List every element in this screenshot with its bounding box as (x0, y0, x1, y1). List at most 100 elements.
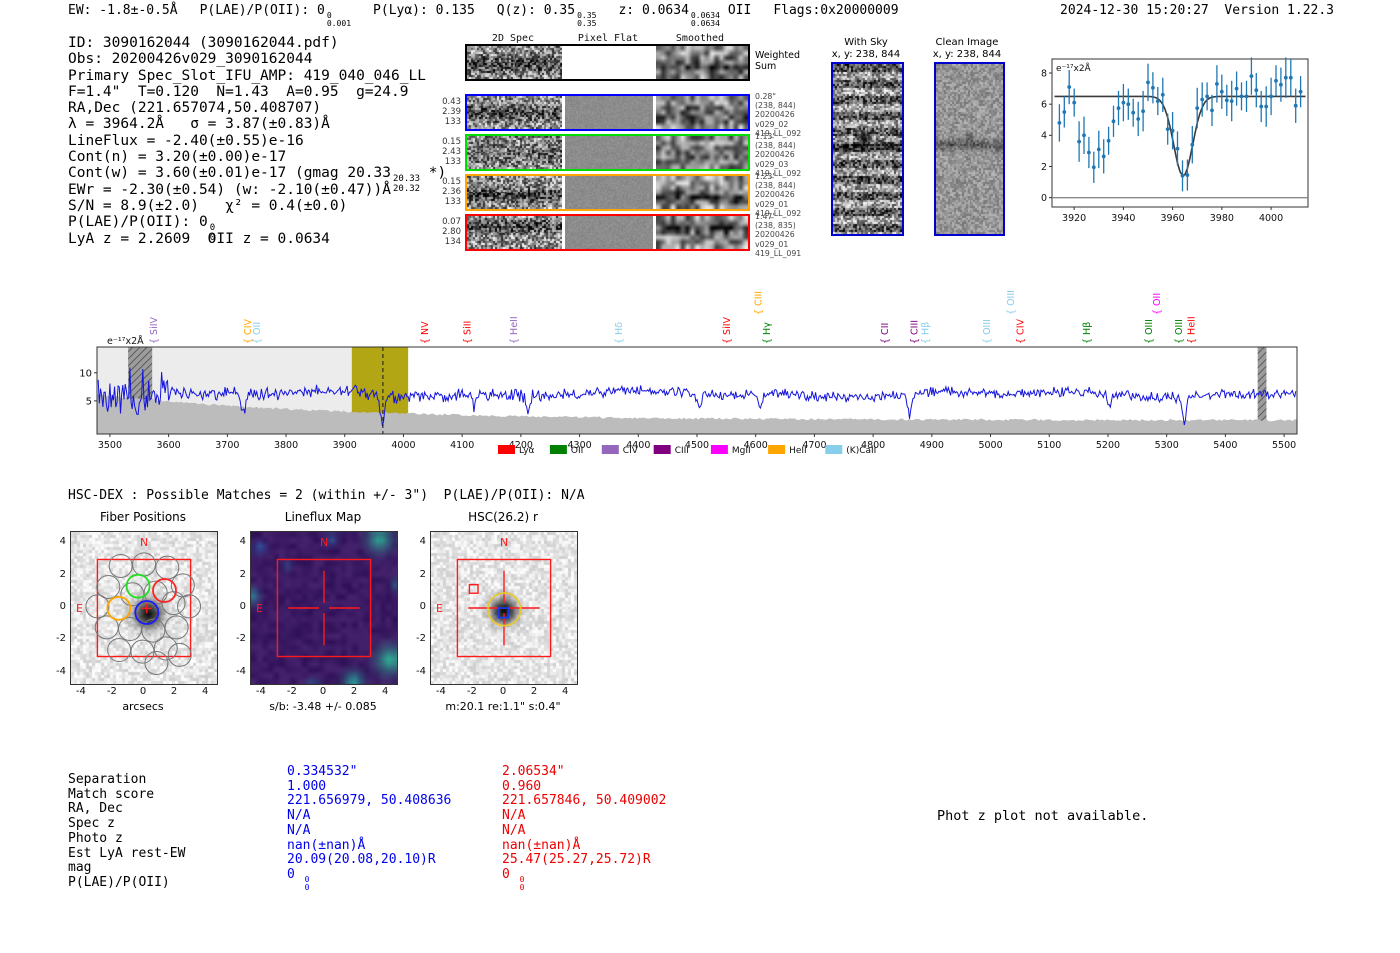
version: Version 1.22.3 (1224, 3, 1334, 18)
stacked-value: 0.0634 0.0634 (690, 10, 720, 29)
panel-xlabel: s/b: -3.48 +/- 0.085 (269, 700, 377, 713)
match-column-1: 0.334532" 1.000 221.656979, 50.408636 N/A N/… (287, 764, 451, 893)
match-value: N/A (502, 822, 526, 838)
fiber-row-left-stats: 0.15 2.36 133 (442, 177, 461, 207)
svg-text:5100: 5100 (1037, 440, 1061, 451)
svg-text:5000: 5000 (978, 440, 1002, 451)
y-tick-label: 2 (419, 568, 426, 580)
y-tick-label: 0 (419, 601, 426, 612)
svg-text:4000: 4000 (391, 440, 415, 451)
spectrum-units-annotation: e⁻¹⁷x2Å (107, 335, 144, 347)
y-tick-label: -4 (416, 665, 426, 677)
selected-fiber-circle (106, 595, 132, 621)
svg-text:(K)CaII: (K)CaII (846, 446, 876, 456)
stacked-value: 0.35 0.35 (577, 10, 597, 29)
info-line: Obs: 20200426v029_3090162044 (68, 51, 313, 68)
stacked-value: 00 (519, 874, 525, 893)
line-label-CII: { CII (880, 323, 891, 344)
line-label-Hδ: { Hδ (614, 322, 625, 344)
svg-text:3960: 3960 (1161, 213, 1185, 224)
clean-image-box (934, 62, 1005, 236)
spec2d-image (467, 136, 562, 169)
panel-overlay: NE (256, 536, 372, 658)
svg-text:4900: 4900 (920, 440, 944, 451)
svg-text:3940: 3940 (1111, 213, 1135, 224)
fiber-circle (132, 552, 156, 577)
match-value: nan(±nan)Å (287, 837, 366, 853)
panel-title: HSC(26.2) r (468, 510, 538, 524)
fiber-row-left-stats: 0.15 2.43 133 (442, 137, 461, 167)
line-label-NV: { NV (420, 321, 431, 344)
line-fit-inset-plot: 0 2 4 6 8 3920 3940 3960 3980 4000 e⁻¹⁷x2Å (1036, 55, 1316, 225)
stacked-value: 0 0.001 (326, 10, 352, 29)
spec2d-image (467, 176, 562, 209)
with-sky-image-box (831, 62, 904, 236)
fiber-row-box (465, 214, 750, 251)
y-tick-label: 0 (59, 601, 66, 612)
header-stat: P(LAE)/P(OII): 0 0 0.001 (199, 3, 352, 29)
svg-text:5: 5 (86, 396, 92, 407)
svg-text:HeII: HeII (789, 446, 807, 456)
fiber-circle (108, 553, 133, 578)
fiber-row-box (465, 134, 750, 171)
line-label-OIII: { OIII (1006, 290, 1017, 315)
svg-text:6: 6 (1041, 100, 1047, 111)
cutout-title: Clean Image x, y: 238, 844 (932, 37, 1002, 60)
line-label-CIII: { CIII (910, 320, 921, 344)
fiber-circle (164, 615, 189, 640)
svg-text:5200: 5200 (1096, 440, 1120, 451)
y-tick-label: -4 (56, 665, 66, 677)
panel-xlabel: arcsecs (122, 700, 164, 713)
y-tick-label: 4 (419, 536, 426, 548)
panel-title: Lineflux Map (284, 510, 362, 524)
weighted-sum-label: Weighted Sum (755, 50, 800, 72)
row-label: Spec z (68, 816, 115, 832)
info-line: P(LAE)/P(OII): 000 (68, 214, 216, 243)
fiber-circle (130, 639, 155, 664)
neighbor-object-box (468, 583, 479, 594)
x-tick-label: -2 (286, 686, 297, 697)
cutout-title: With Sky x, y: 238, 844 (831, 37, 901, 60)
y-tick-label: -2 (56, 633, 66, 645)
x-tick-label: 4 (561, 686, 569, 697)
fiber-row-left-stats: 0.07 2.80 134 (442, 217, 461, 247)
line-label-HeII: { HeII (509, 316, 520, 344)
svg-text:3920: 3920 (1062, 213, 1086, 224)
svg-text:5400: 5400 (1213, 440, 1237, 451)
info-line: S/N = 8.9(±2.0) χ² = 0.4(±0.0) (68, 197, 348, 214)
svg-text:0: 0 (1041, 193, 1047, 204)
row-label: Photo z (68, 830, 123, 846)
match-value: 1.000 (287, 778, 327, 794)
row-label: Match score (68, 786, 155, 802)
x-tick-label: -4 (435, 686, 446, 697)
svg-text:3500: 3500 (98, 440, 122, 451)
svg-text:3800: 3800 (274, 440, 298, 451)
svg-text:5300: 5300 (1155, 440, 1179, 451)
info-line: Cont(n) = 3.20(±0.00)e-17 (68, 149, 287, 166)
x-tick-label: -4 (75, 686, 86, 697)
match-value: 0.960 (502, 778, 542, 794)
center-cross (141, 603, 152, 614)
svg-text:4000: 4000 (1259, 213, 1283, 224)
line-label-SiII: { SiII (462, 321, 473, 344)
line-label-OII: { OII (1152, 293, 1163, 315)
info-line: EWr = -2.30(±0.54) (w: -2.10(±0.47))Å (68, 181, 392, 198)
svg-text:8: 8 (1041, 68, 1047, 79)
row-label: RA, Dec (68, 801, 123, 817)
north-label: N (320, 536, 328, 549)
weighted-sum-box (465, 44, 750, 81)
pixel-flat-image (565, 216, 653, 249)
svg-text:Lyα: Lyα (519, 446, 535, 456)
y-tick-label: 4 (59, 536, 66, 548)
smoothed-image (656, 96, 748, 129)
row-label: P(LAE)/P(OII) (68, 874, 170, 890)
svg-text:CIV: CIV (623, 446, 639, 456)
match-value: 0 00 (287, 866, 310, 893)
line-label-Hβ: { Hβ (920, 322, 931, 344)
match-column-2: 2.06534" 0.960 221.657846, 50.409002 N/A N/A… (502, 764, 666, 893)
x-tick-label: 2 (350, 686, 358, 697)
pixel-flat-image (565, 136, 653, 169)
fiber-circle (177, 594, 202, 619)
line-label-HeII: { HeII (1186, 316, 1197, 344)
smoothed-image (656, 136, 748, 169)
